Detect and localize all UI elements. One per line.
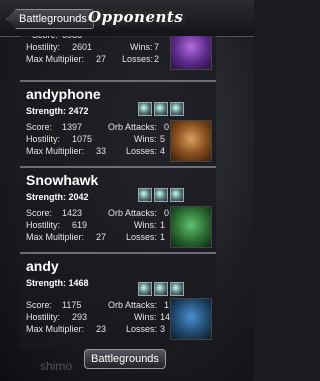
row-divider <box>20 252 216 254</box>
watermark: shimo <box>40 359 73 373</box>
row-divider <box>20 80 216 82</box>
header-bar: Battlegrounds Opponents <box>0 0 254 37</box>
hostility-label: Hostility: <box>26 42 61 52</box>
wins-label: Wins: <box>130 42 153 52</box>
strength-value: 2042 <box>68 192 89 202</box>
strength-label: Strength: <box>26 278 66 288</box>
multiplier-label: Max Multiplier: <box>26 232 85 242</box>
losses-label: Losses: <box>126 146 158 156</box>
orb-icon <box>170 282 184 296</box>
wins-label: Wins: <box>134 220 157 230</box>
wins-value: 7 <box>154 42 160 52</box>
opponent-row[interactable]: andy Strength: 1468 Score: 1175 Orb Atta… <box>20 256 216 348</box>
losses-value: 1 <box>160 232 166 242</box>
orb-icon <box>138 102 152 116</box>
hostility-value: 293 <box>72 312 88 322</box>
wins-value: 5 <box>160 134 166 144</box>
back-button[interactable]: Battlegrounds <box>6 9 94 29</box>
score-label: Score: <box>26 208 53 218</box>
score-value: 1175 <box>62 300 82 310</box>
wins-value: 1 <box>160 220 166 230</box>
opponent-name: Snowhawk <box>26 172 99 188</box>
score-value: 1397 <box>62 122 83 132</box>
losses-value: 4 <box>160 146 166 156</box>
hostility-value: 1075 <box>72 134 93 144</box>
opponent-name: andy <box>26 258 59 274</box>
opponent-row[interactable]: Snowhawk Strength: 2042 Score: 1423 Orb … <box>20 170 216 250</box>
losses-value: 3 <box>160 324 166 334</box>
opponent-list[interactable]: Score: 6083 Hostility: 2601 Wins: 7 Max … <box>20 36 216 348</box>
orb-icon <box>154 102 168 116</box>
battlegrounds-button[interactable]: Battlegrounds <box>84 349 166 369</box>
multiplier-label: Max Multiplier: <box>26 54 85 64</box>
opponent-row[interactable]: andyphone Strength: 2472 Score: 1397 Orb… <box>20 84 216 164</box>
row-divider <box>20 166 216 168</box>
losses-value: 2 <box>154 54 160 64</box>
wins-label: Wins: <box>134 134 157 144</box>
multiplier-value: 33 <box>96 146 107 156</box>
strength-line: Strength: 2042 <box>26 192 89 202</box>
orb-icon <box>138 282 152 296</box>
orb-attacks-value: 0 <box>164 208 170 218</box>
multiplier-value: 23 <box>96 324 107 334</box>
wins-value: 14 <box>160 312 171 322</box>
orb-attacks-label: Orb Attacks: <box>108 300 158 310</box>
hostility-value: 2601 <box>72 42 93 52</box>
score-value: 6083 <box>62 36 82 40</box>
orb-attacks-value: 1 <box>164 300 170 310</box>
opponent-name: andyphone <box>26 86 101 102</box>
multiplier-value: 27 <box>96 54 107 64</box>
orb-attacks-label: Orb Attacks: <box>108 122 158 132</box>
hostility-label: Hostility: <box>26 134 61 144</box>
orb-icon <box>154 188 168 202</box>
orb-attacks-value: 0 <box>164 122 170 132</box>
score-label: Score: <box>26 122 53 132</box>
score-label: Score: <box>32 36 58 40</box>
hostility-label: Hostility: <box>26 220 61 230</box>
score-value: 1423 <box>62 208 83 218</box>
orb-icon <box>154 282 168 296</box>
multiplier-value: 27 <box>96 232 107 242</box>
page-title: Opponents <box>88 8 184 26</box>
losses-label: Losses: <box>126 324 158 334</box>
strength-line: Strength: 1468 <box>26 278 89 288</box>
lion-beast-avatar <box>170 120 212 162</box>
blue-dragon-avatar <box>170 298 212 340</box>
orb-icon <box>138 188 152 202</box>
multiplier-label: Max Multiplier: <box>26 324 85 334</box>
strength-value: 2472 <box>68 106 89 116</box>
losses-label: Losses: <box>126 232 158 242</box>
strength-line: Strength: 2472 <box>26 106 89 116</box>
multiplier-label: Max Multiplier: <box>26 146 85 156</box>
wins-label: Wins: <box>134 312 157 322</box>
orb-icon <box>170 188 184 202</box>
purple-dragon-avatar <box>170 36 212 70</box>
hostility-label: Hostility: <box>26 312 61 322</box>
strength-value: 1468 <box>68 278 89 288</box>
orb-attacks-label: Orb Attacks: <box>108 208 158 218</box>
losses-label: Losses: <box>122 54 154 64</box>
hostility-value: 619 <box>72 220 88 230</box>
score-label: Score: <box>26 300 53 310</box>
opponent-row[interactable]: Score: 6083 Hostility: 2601 Wins: 7 Max … <box>20 36 216 78</box>
strength-label: Strength: <box>26 192 66 202</box>
strength-label: Strength: <box>26 106 66 116</box>
green-dragon-avatar <box>170 206 212 248</box>
orb-icon <box>170 102 184 116</box>
